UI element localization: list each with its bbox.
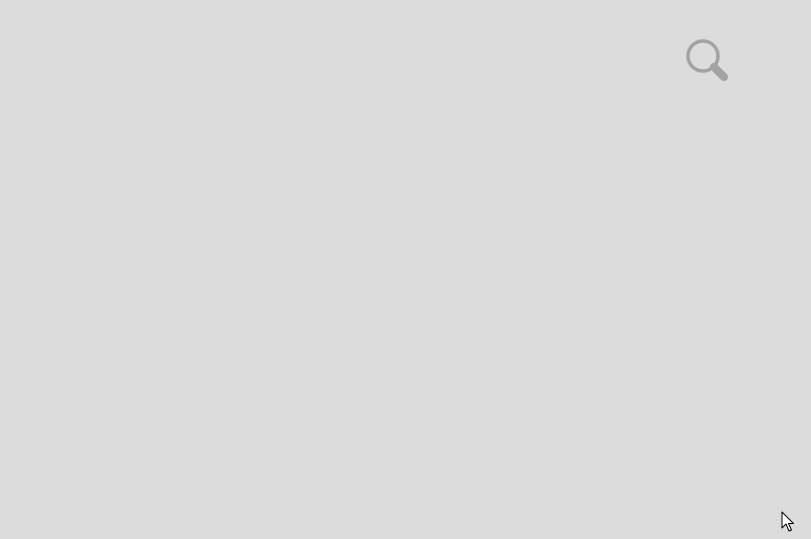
desktop-background: [0, 0, 811, 539]
search-button[interactable]: [680, 34, 732, 86]
mouse-pointer-icon: [781, 511, 795, 533]
search-icon: [686, 39, 728, 81]
